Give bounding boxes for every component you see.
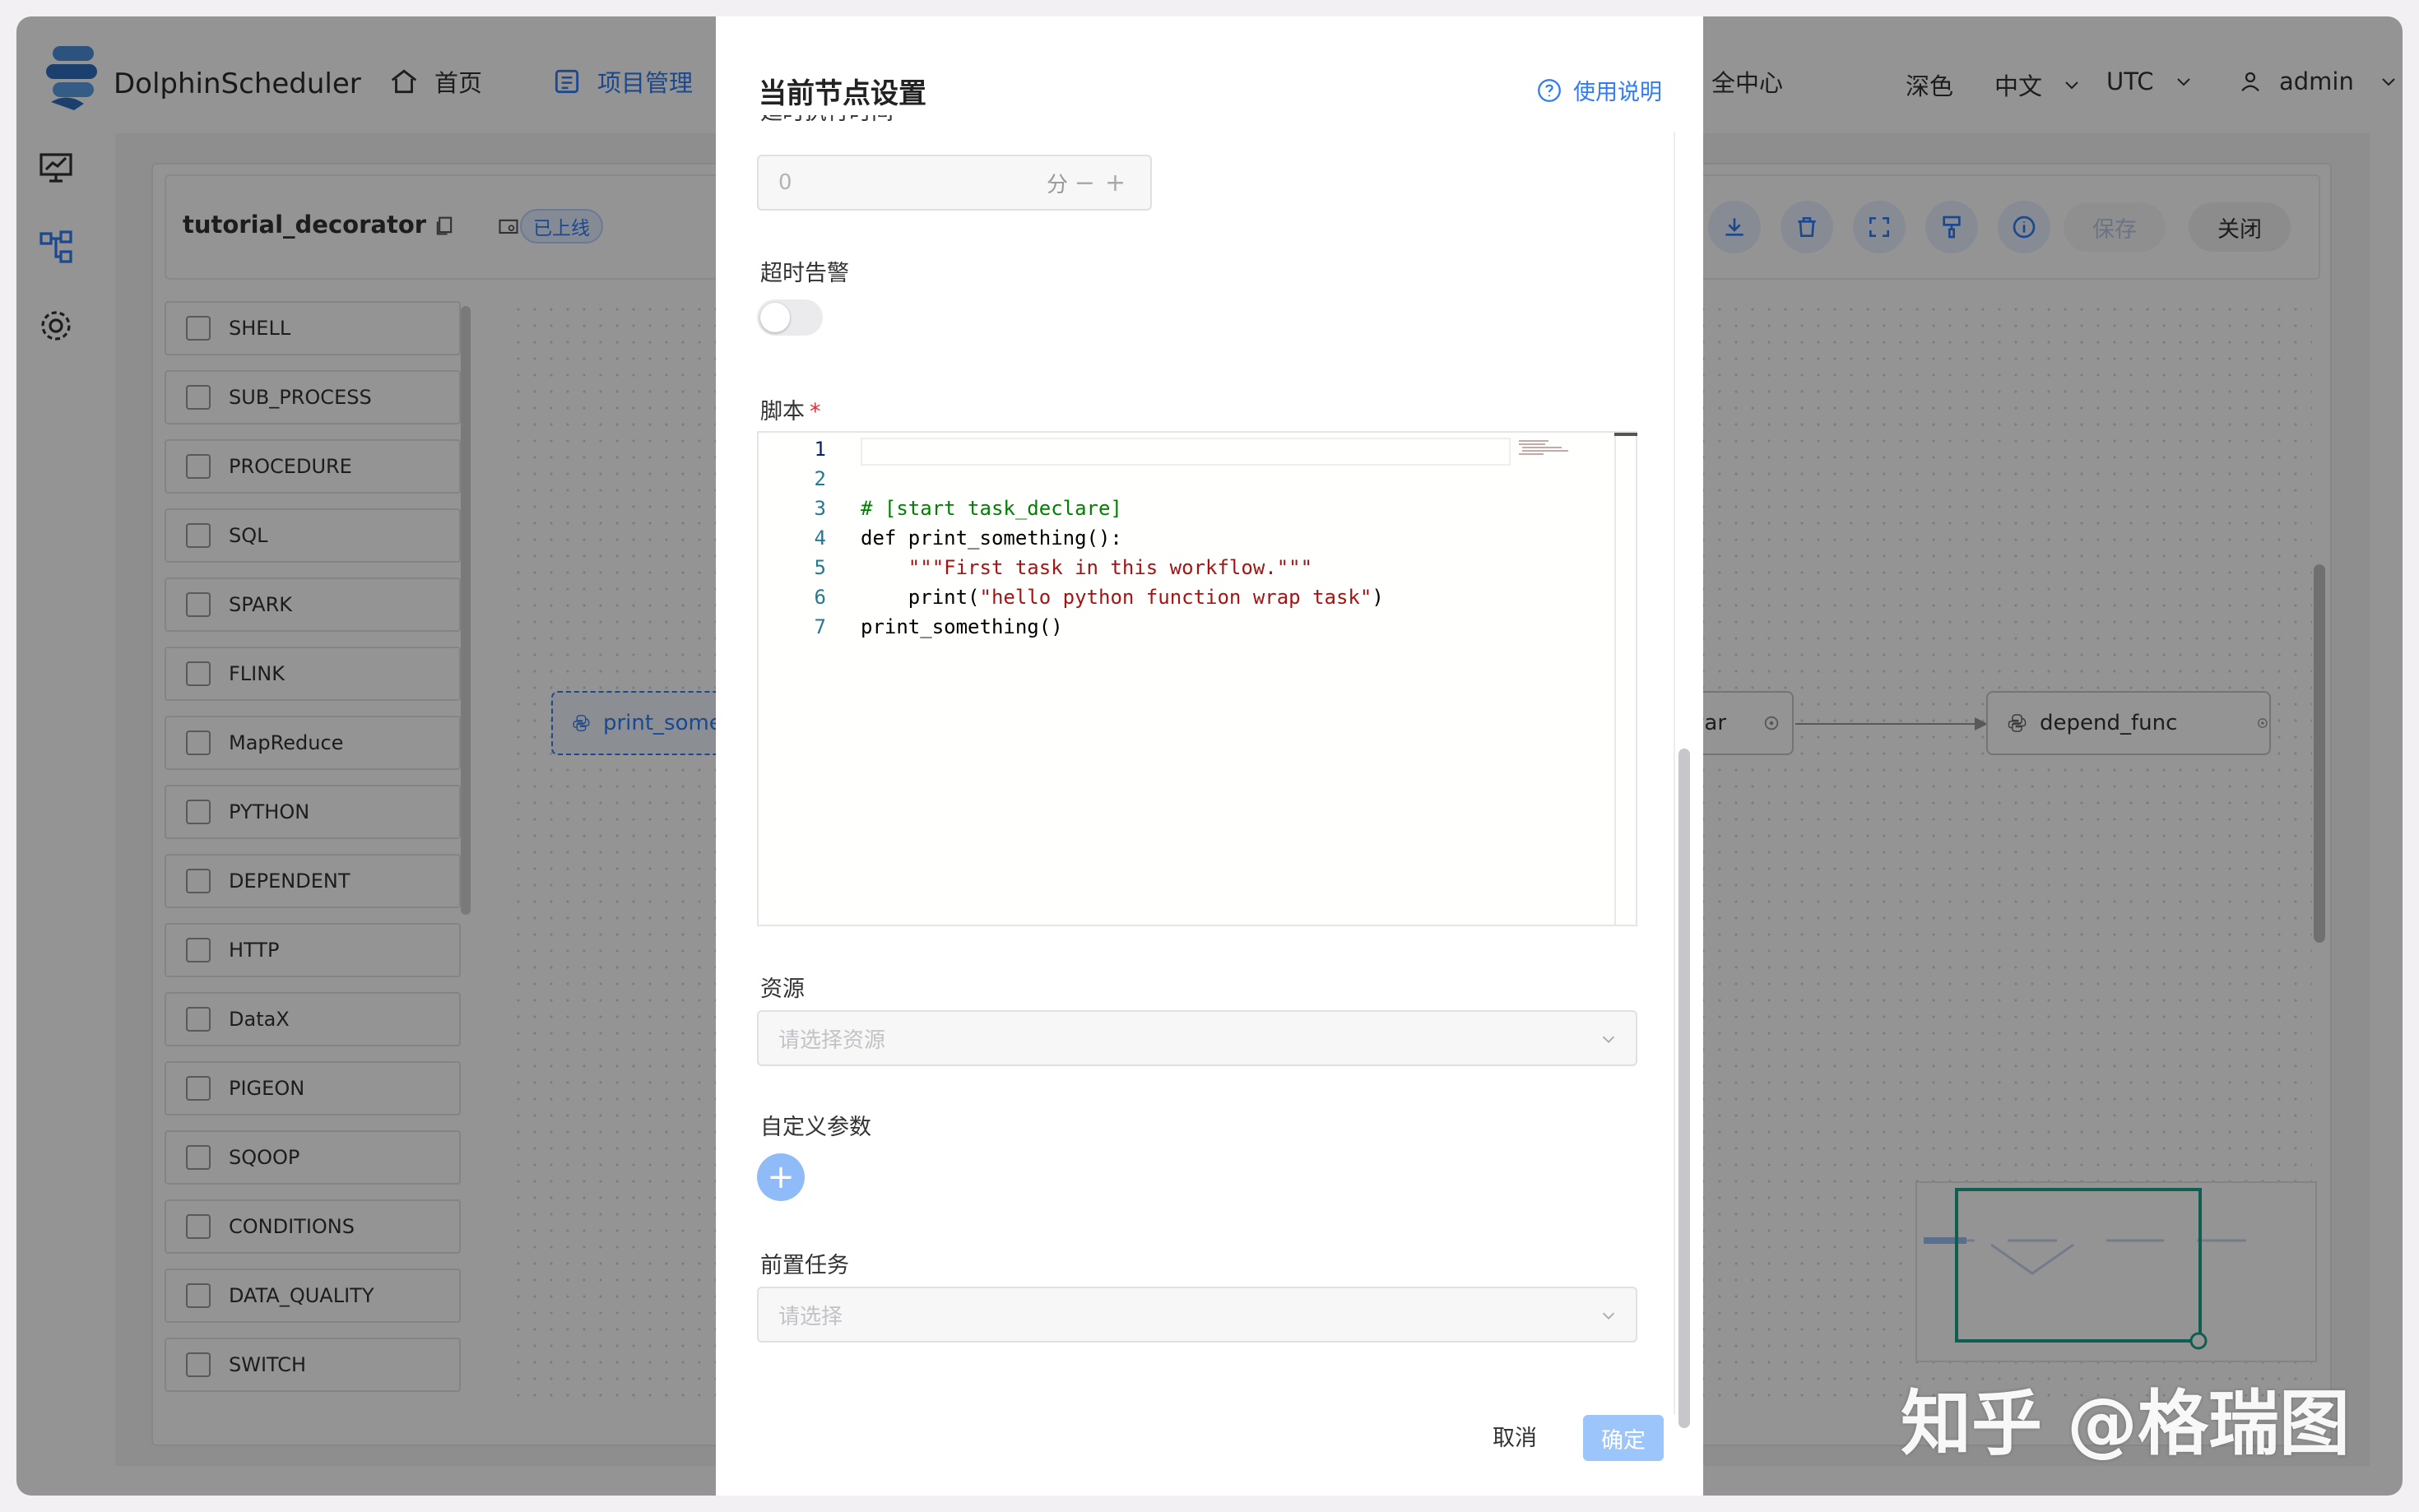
help-label: 使用说明	[1573, 80, 1662, 105]
resource-select[interactable]: 请选择资源	[757, 1010, 1637, 1066]
help-link[interactable]: 使用说明	[1535, 74, 1662, 106]
node-settings-modal: 当前节点设置 使用说明 延时执行时间 0 分 −+ 超时告警 脚本* 1 2 3 # …	[716, 16, 1703, 1496]
line-number: 4	[814, 526, 826, 550]
resource-label: 资源	[760, 976, 805, 1002]
editor-ruler	[1614, 433, 1616, 925]
modal-scroll-track	[1674, 132, 1675, 1415]
line-number: 5	[814, 556, 826, 579]
script-label-text: 脚本	[760, 399, 805, 424]
code-line: print_something()	[861, 615, 1063, 638]
watermark: 知乎 @格瑞图	[1901, 1383, 2350, 1465]
script-label: 脚本 *	[760, 393, 821, 425]
delay-time-label: 延时执行时间	[760, 115, 894, 135]
delay-time-label-text: 延时执行时间	[760, 115, 894, 127]
resource-placeholder: 请选择资源	[778, 1027, 886, 1053]
delay-time-unit: 分	[1046, 172, 1068, 197]
stepper-controls[interactable]: −+	[1075, 169, 1135, 197]
line-number: 2	[814, 467, 826, 490]
add-param-button[interactable]: +	[757, 1153, 805, 1201]
string-token: "hello python function wrap task"	[979, 586, 1372, 609]
custom-params-label: 自定义参数	[760, 1115, 871, 1140]
delay-time-value: 0	[778, 170, 792, 195]
string-token: """First task in this workflow."""	[908, 556, 1313, 579]
line-number: 7	[814, 615, 826, 638]
cancel-button[interactable]: 取消	[1493, 1420, 1537, 1452]
script-editor[interactable]: 1 2 3 # [start task_declare] 4 def print_some…	[757, 431, 1637, 926]
chevron-down-icon	[1602, 1312, 1615, 1320]
line-number: 6	[814, 586, 826, 609]
line-number: 1	[814, 438, 826, 461]
required-asterisk: *	[810, 399, 821, 424]
code-line: def print_something():	[861, 526, 1122, 550]
code-minimap	[1519, 440, 1568, 455]
line-number: 3	[814, 497, 826, 520]
pre-tasks-label: 前置任务	[760, 1253, 849, 1278]
confirm-button[interactable]: 确定	[1583, 1415, 1664, 1461]
modal-scrollbar[interactable]	[1678, 749, 1690, 1428]
current-line-highlight	[861, 438, 1511, 466]
code-line: # [start task_declare]	[861, 497, 1122, 520]
pre-tasks-select[interactable]: 请选择	[757, 1287, 1637, 1343]
pre-tasks-placeholder: 请选择	[778, 1304, 843, 1329]
timeout-alarm-label: 超时告警	[760, 261, 849, 286]
timeout-alarm-switch[interactable]	[757, 299, 823, 336]
modal-title: 当前节点设置	[759, 77, 926, 110]
chevron-down-icon	[1602, 1036, 1615, 1043]
code-line: """First task in this workflow."""	[861, 556, 1312, 579]
delay-time-input[interactable]: 0 分 −+	[757, 155, 1152, 211]
editor-scroll-indicator	[1614, 433, 1637, 436]
code-line: print("hello python function wrap task")	[861, 586, 1384, 609]
question-circle-icon	[1538, 78, 1561, 102]
